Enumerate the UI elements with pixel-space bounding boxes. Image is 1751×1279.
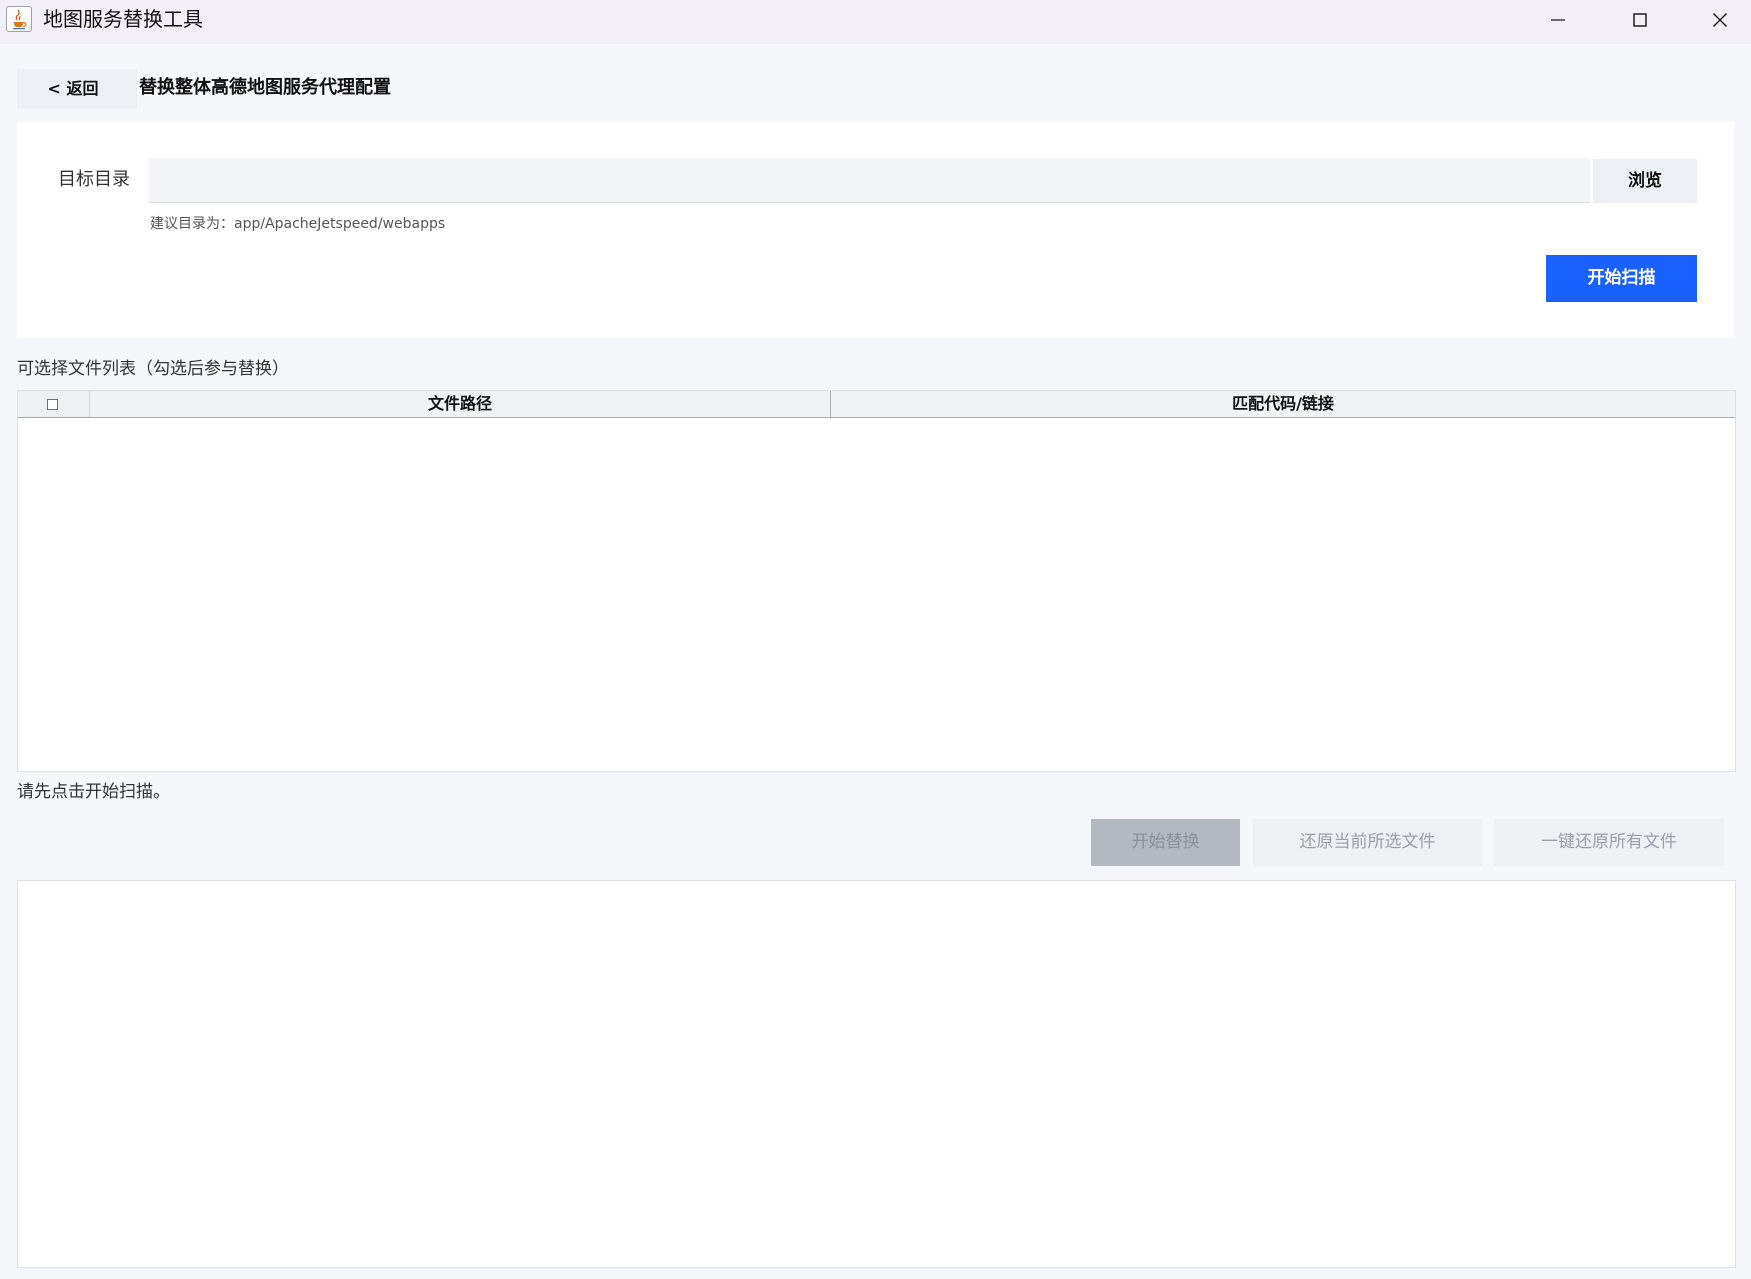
page-title: 替换整体高德地图服务代理配置 bbox=[139, 77, 391, 98]
suggested-dir-hint: 建议目录为：app/ApacheJetspeed/webapps bbox=[150, 216, 446, 232]
maximize-button[interactable] bbox=[1610, 0, 1670, 40]
java-app-icon bbox=[6, 6, 32, 32]
title-bar: 地图服务替换工具 bbox=[0, 0, 1751, 44]
restore-all-button[interactable]: 一键还原所有文件 bbox=[1494, 819, 1724, 866]
start-replace-button[interactable]: 开始替换 bbox=[1091, 819, 1240, 866]
window-title: 地图服务替换工具 bbox=[43, 7, 203, 31]
column-header-match-code[interactable]: 匹配代码/链接 bbox=[831, 391, 1735, 417]
config-panel: 目标目录 浏览 建议目录为：app/ApacheJetspeed/webapps… bbox=[17, 122, 1734, 338]
file-list-caption: 可选择文件列表（勾选后参与替换） bbox=[17, 359, 289, 379]
maximize-icon bbox=[1633, 13, 1647, 27]
file-table: 文件路径 匹配代码/链接 bbox=[17, 390, 1736, 772]
minimize-icon bbox=[1551, 19, 1565, 21]
column-header-file-path[interactable]: 文件路径 bbox=[89, 391, 831, 417]
select-all-checkbox[interactable] bbox=[47, 399, 58, 410]
select-all-cell bbox=[18, 391, 89, 417]
target-dir-label: 目标目录 bbox=[58, 169, 130, 190]
back-button[interactable]: < 返回 bbox=[17, 69, 137, 109]
restore-selected-button[interactable]: 还原当前所选文件 bbox=[1253, 819, 1482, 866]
log-output-area[interactable] bbox=[17, 880, 1736, 1268]
status-text: 请先点击开始扫描。 bbox=[17, 782, 170, 802]
target-dir-input[interactable] bbox=[149, 158, 1590, 203]
start-scan-button[interactable]: 开始扫描 bbox=[1546, 255, 1697, 302]
close-button[interactable] bbox=[1690, 0, 1750, 40]
close-icon bbox=[1713, 13, 1727, 27]
browse-button[interactable]: 浏览 bbox=[1593, 159, 1697, 203]
minimize-button[interactable] bbox=[1528, 0, 1588, 40]
table-header: 文件路径 匹配代码/链接 bbox=[18, 391, 1735, 418]
